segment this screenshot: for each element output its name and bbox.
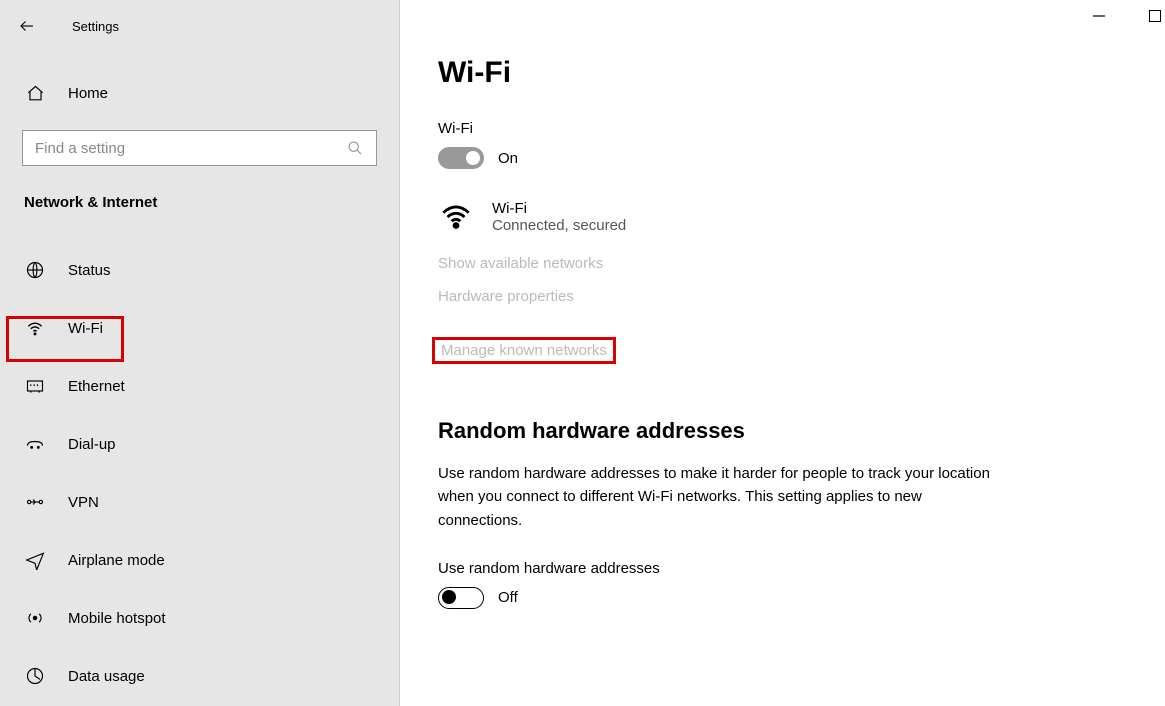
connection-status: Connected, secured bbox=[492, 217, 626, 234]
sidebar-item-dialup[interactable]: Dial-up bbox=[0, 415, 399, 473]
sidebar-item-hotspot[interactable]: Mobile hotspot bbox=[0, 589, 399, 647]
wifi-toggle-state: On bbox=[498, 150, 518, 167]
content-area: Wi-Fi Wi-Fi On Wi-Fi Connected, secured … bbox=[400, 0, 1165, 706]
sidebar-item-wifi[interactable]: Wi-Fi bbox=[0, 299, 399, 357]
search-input[interactable] bbox=[33, 139, 344, 158]
ethernet-icon bbox=[24, 375, 46, 397]
search-box[interactable] bbox=[22, 130, 377, 166]
sidebar-item-datausage[interactable]: Data usage bbox=[0, 647, 399, 705]
sidebar-item-status[interactable]: Status bbox=[0, 241, 399, 299]
maximize-icon bbox=[1149, 10, 1161, 22]
sidebar-item-label: Airplane mode bbox=[68, 552, 165, 569]
sidebar: Settings Home Network & Internet bbox=[0, 0, 400, 706]
window-controls bbox=[1089, 6, 1165, 26]
datausage-icon bbox=[24, 665, 46, 687]
connection-name: Wi-Fi bbox=[492, 200, 626, 217]
sidebar-item-airplane[interactable]: Airplane mode bbox=[0, 531, 399, 589]
titlebar: Settings bbox=[0, 12, 399, 40]
link-hardware-properties[interactable]: Hardware properties bbox=[438, 288, 1115, 305]
sidebar-item-label: Ethernet bbox=[68, 378, 125, 395]
sidebar-item-vpn[interactable]: VPN bbox=[0, 473, 399, 531]
dialup-icon bbox=[24, 433, 46, 455]
wifi-icon bbox=[24, 317, 46, 339]
sidebar-item-ethernet[interactable]: Ethernet bbox=[0, 357, 399, 415]
sidebar-item-label: Dial-up bbox=[68, 436, 116, 453]
sidebar-item-label: Status bbox=[68, 262, 111, 279]
back-button[interactable] bbox=[18, 14, 48, 38]
airplane-icon bbox=[24, 549, 46, 571]
wifi-signal-icon bbox=[438, 199, 474, 235]
window-title: Settings bbox=[72, 19, 119, 34]
arrow-left-icon bbox=[18, 17, 36, 35]
vpn-icon bbox=[24, 491, 46, 513]
sidebar-item-label: Data usage bbox=[68, 668, 145, 685]
hotspot-icon bbox=[24, 607, 46, 629]
wifi-section-label: Wi-Fi bbox=[438, 120, 1115, 137]
sidebar-item-label: VPN bbox=[68, 494, 99, 511]
random-addresses-heading: Random hardware addresses bbox=[438, 418, 1115, 444]
random-addresses-description: Use random hardware addresses to make it… bbox=[438, 462, 998, 532]
sidebar-item-label: Mobile hotspot bbox=[68, 610, 166, 627]
sidebar-item-label: Wi-Fi bbox=[68, 320, 103, 337]
search-icon bbox=[344, 137, 366, 159]
random-addresses-toggle[interactable] bbox=[438, 587, 484, 609]
page-heading: Wi-Fi bbox=[438, 56, 1115, 90]
link-manage-known-networks[interactable]: Manage known networks bbox=[432, 337, 616, 364]
maximize-button[interactable] bbox=[1145, 6, 1165, 26]
random-toggle-label: Use random hardware addresses bbox=[438, 560, 1115, 577]
random-toggle-state: Off bbox=[498, 589, 518, 606]
sidebar-home[interactable]: Home bbox=[0, 74, 399, 112]
wifi-toggle[interactable] bbox=[438, 147, 484, 169]
sidebar-home-label: Home bbox=[68, 85, 108, 102]
minimize-button[interactable] bbox=[1089, 6, 1109, 26]
link-show-available-networks[interactable]: Show available networks bbox=[438, 255, 1115, 272]
home-icon bbox=[24, 82, 46, 104]
sidebar-section-header: Network & Internet bbox=[0, 194, 399, 211]
wifi-connection-status[interactable]: Wi-Fi Connected, secured bbox=[438, 199, 1115, 235]
globe-icon bbox=[24, 259, 46, 281]
